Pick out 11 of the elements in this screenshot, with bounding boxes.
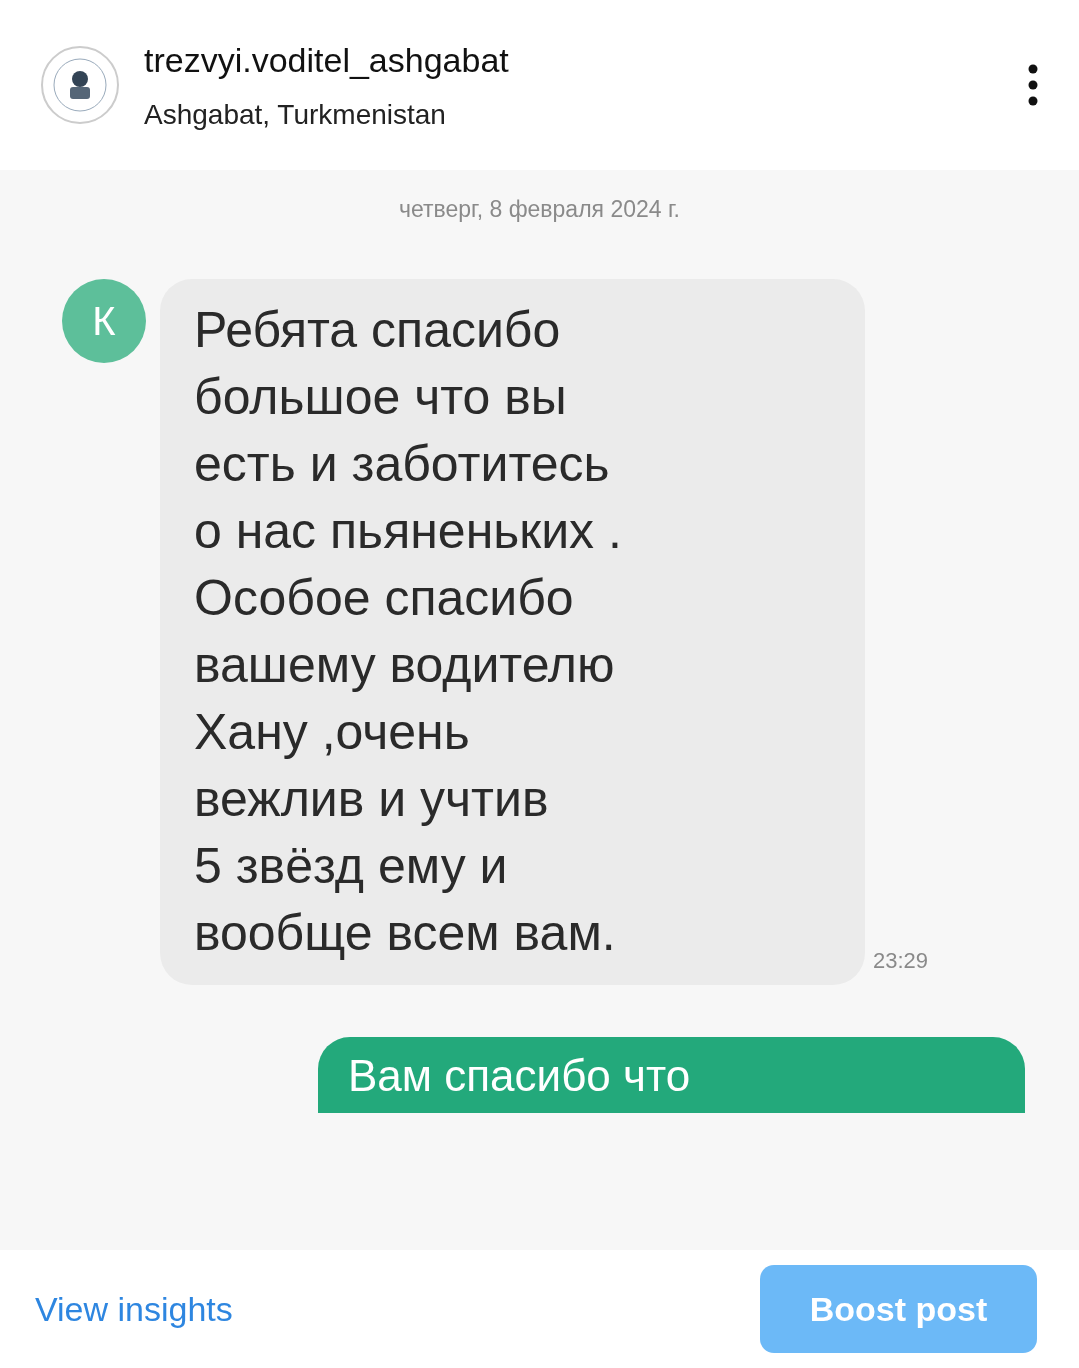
username[interactable]: trezvyi.voditel_ashgabat	[144, 34, 1027, 86]
logo-icon	[40, 45, 120, 125]
message-bubble: Вам спасибо что	[318, 1036, 1025, 1113]
view-insights-link[interactable]: View insights	[35, 1283, 233, 1335]
location-text: Ashgabat, Turkmenistan	[144, 97, 447, 132]
more-icon[interactable]	[1027, 63, 1039, 107]
chat-date: четверг, 8 февраля 2024 г.	[398, 195, 681, 224]
contact-avatar: К	[62, 278, 146, 363]
boost-post-button[interactable]: Boost post	[760, 1265, 1037, 1353]
message-time: 23:29	[873, 946, 929, 975]
message-bubble: Ребята спасибо большое что вы есть и заботитесь о нас пьяненьких . Особое спасибо вашему водителю Хану ,очень вежлив и учтив 5 звёзд ему и вообще всем вам.	[160, 278, 865, 985]
